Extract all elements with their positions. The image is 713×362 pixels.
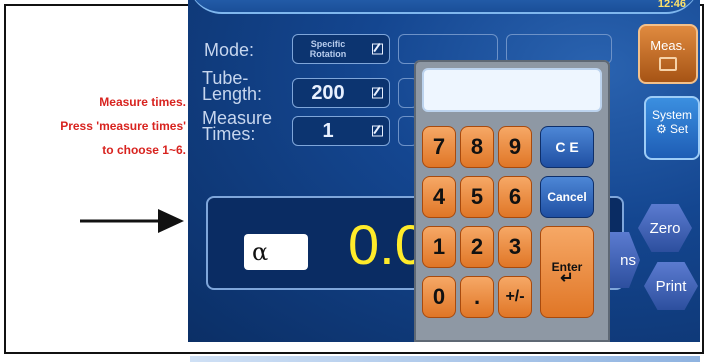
print-button-label: Print — [655, 277, 687, 295]
key-plus-minus[interactable]: +/- — [498, 276, 532, 318]
annotation-line-1: Measure times. — [99, 95, 186, 109]
cancel-button[interactable]: Cancel — [540, 176, 594, 218]
key-3[interactable]: 3 — [498, 226, 532, 268]
key-9[interactable]: 9 — [498, 126, 532, 168]
system-set-button[interactable]: System ⚙ Set — [644, 96, 700, 160]
tube-length-label: Tube- Length: — [202, 69, 263, 104]
gear-icon: ⚙ — [655, 122, 667, 136]
mode-label: Mode: — [204, 40, 255, 60]
key-6[interactable]: 6 — [498, 176, 532, 218]
tube-length-value: 200 — [311, 82, 345, 104]
meter-icon — [659, 57, 677, 71]
meas-button-label: Meas. — [650, 38, 686, 53]
keypad-display — [422, 68, 602, 112]
top-bar — [188, 0, 700, 14]
key-0[interactable]: 0 — [422, 276, 456, 318]
zero-button-label: Zero — [649, 219, 681, 237]
enter-button[interactable]: Enter ↵ — [540, 226, 594, 318]
edit-icon — [372, 125, 383, 137]
mode-value-line2: Rotation — [309, 49, 347, 59]
alpha-symbol-box: α — [244, 234, 308, 270]
clear-entry-button[interactable]: C E — [540, 126, 594, 168]
measure-times-label: Measure Times: — [202, 109, 272, 144]
mode-value-line1: Specific — [310, 39, 346, 49]
measure-times-field[interactable]: 1 — [292, 116, 390, 146]
edit-icon — [372, 87, 383, 99]
key-1[interactable]: 1 — [422, 226, 456, 268]
key-decimal[interactable]: . — [460, 276, 494, 318]
key-8[interactable]: 8 — [460, 126, 494, 168]
measure-times-label-line2: Times: — [202, 124, 256, 144]
measure-times-value: 1 — [322, 120, 334, 142]
enter-arrow-icon: ↵ — [560, 270, 574, 287]
clock: 12:46 — [657, 0, 686, 10]
mode-field[interactable]: Specific Rotation — [292, 34, 390, 64]
key-2[interactable]: 2 — [460, 226, 494, 268]
annotation-line-3: to choose 1~6. — [102, 143, 186, 157]
key-7[interactable]: 7 — [422, 126, 456, 168]
measure-mode-button-label: ns — [620, 251, 636, 269]
annotation-line-2: Press 'measure times' — [60, 119, 186, 133]
pointer-arrow-icon — [80, 209, 184, 233]
system-set-label-line1: System — [651, 108, 692, 122]
key-4[interactable]: 4 — [422, 176, 456, 218]
key-5[interactable]: 5 — [460, 176, 494, 218]
edit-icon — [372, 43, 383, 55]
bottom-strip — [190, 356, 700, 362]
system-set-label-line2: Set — [670, 122, 689, 136]
meas-button[interactable]: Meas. — [638, 24, 698, 84]
tube-length-label-line2: Length: — [202, 84, 263, 104]
instrument-screen: 12:46 Mode: Specific Rotation Tube- Leng… — [188, 0, 700, 342]
tube-length-field[interactable]: 200 — [292, 78, 390, 108]
numeric-keypad: 7 8 9 C E 4 5 6 Cancel 1 2 3 Enter ↵ 0 .… — [414, 60, 610, 342]
instruction-annotation: Measure times. Press 'measure times' to … — [18, 90, 186, 162]
